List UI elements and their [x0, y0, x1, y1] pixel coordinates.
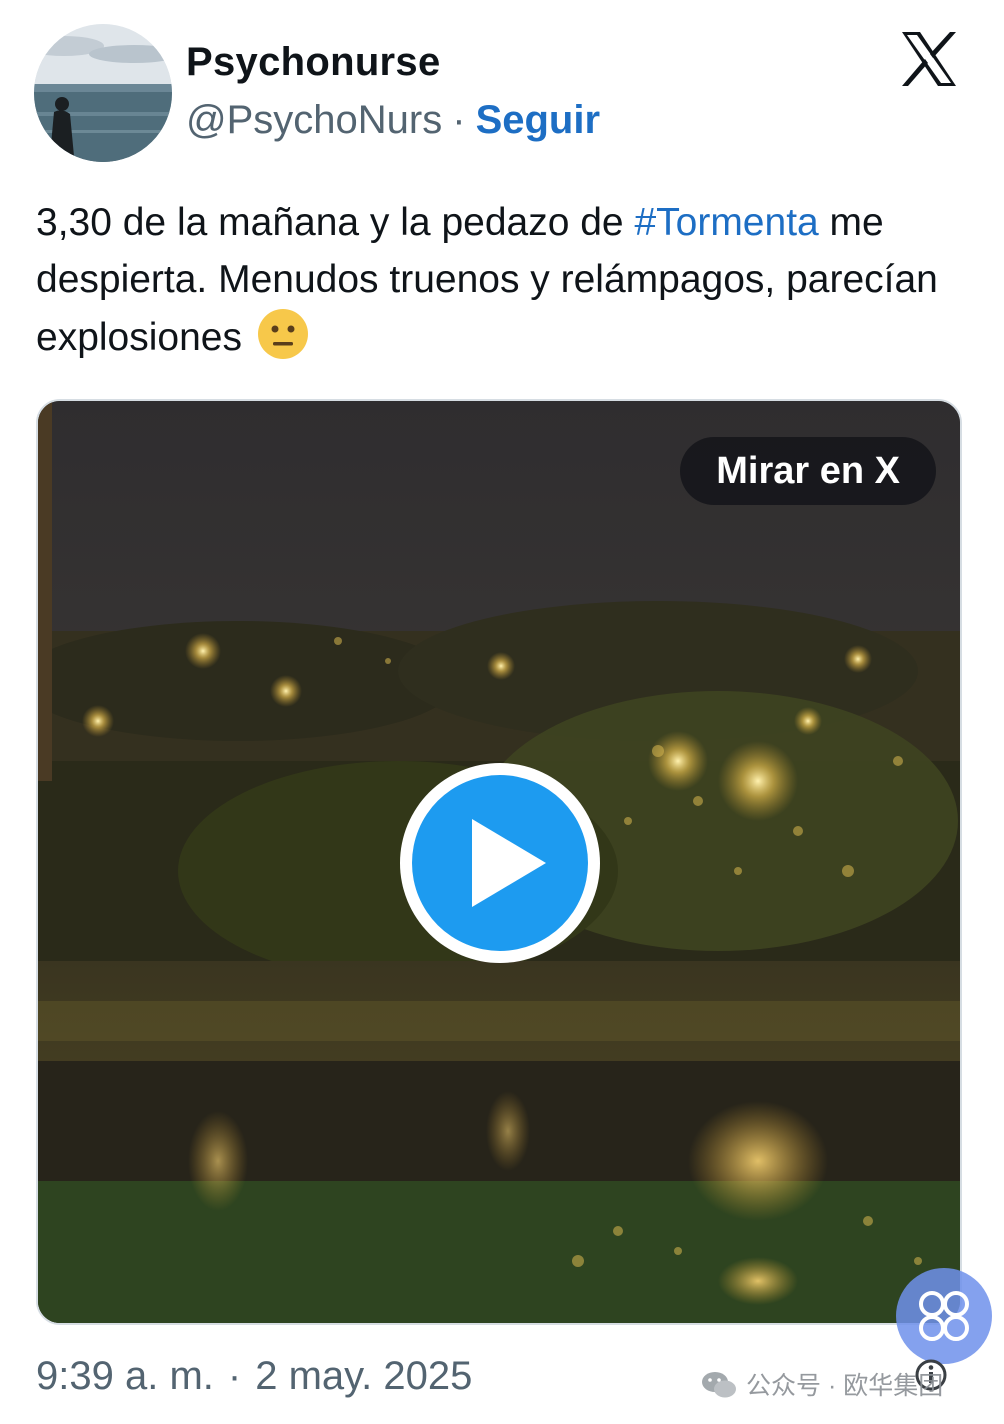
author-name[interactable]: Psychonurse [186, 40, 441, 85]
watch-on-x-button[interactable]: Mirar en X [680, 437, 936, 505]
author-handle[interactable]: @PsychoNurs [186, 98, 442, 142]
wechat-icon [702, 1372, 736, 1398]
x-logo-icon[interactable] [898, 28, 960, 90]
play-icon [472, 819, 546, 907]
separator-dot: · [227, 1354, 242, 1398]
watermark-text: 公众号 · 欧华集团 [746, 1372, 944, 1400]
hashtag-link[interactable]: #Tormenta [634, 201, 818, 244]
video-player[interactable]: Mirar en X [36, 399, 962, 1325]
play-button[interactable] [400, 763, 600, 963]
watermark: 公众号 · 欧华集团 [700, 1366, 943, 1402]
tweet-timestamp[interactable]: 9:39 a. m. · 2 may. 2025 [36, 1354, 472, 1399]
handle-row: @PsychoNurs · Seguir [186, 98, 600, 143]
follow-button[interactable]: Seguir [476, 98, 600, 142]
tweet-card: Psychonurse @PsychoNurs · Seguir 3,30 de l… [0, 0, 1004, 1424]
avatar[interactable] [34, 24, 172, 162]
tweet-time: 9:39 a. m. [36, 1354, 214, 1398]
floating-action-button[interactable] [896, 1268, 992, 1364]
grid-circles-icon [919, 1291, 969, 1341]
separator-dot: · [452, 98, 466, 142]
tweet-text: 3,30 de la mañana y la pedazo de #Tormen… [36, 194, 976, 366]
tweet-date: 2 may. 2025 [255, 1354, 473, 1398]
neutral-face-emoji [257, 309, 308, 359]
tweet-text-part: 3,30 de la mañana y la pedazo de [36, 201, 635, 244]
